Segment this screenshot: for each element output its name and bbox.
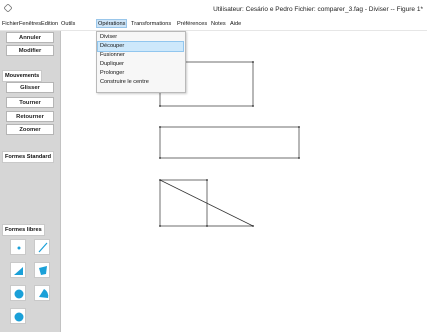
menu-transformations[interactable]: Transformations <box>131 21 171 27</box>
mouvements-label: Mouvements <box>2 70 43 82</box>
tourner-button[interactable]: Tourner <box>6 97 54 108</box>
annuler-button[interactable]: Annuler <box>6 32 54 43</box>
sector-tool[interactable] <box>34 285 50 301</box>
ellipse-icon <box>14 312 24 322</box>
quadrilateral-icon <box>39 266 47 275</box>
segment-icon <box>38 242 48 253</box>
menu-outils[interactable]: Outils <box>61 21 75 27</box>
menu-item-dupliquer[interactable]: Dupliquer <box>98 60 183 69</box>
menu-preferences[interactable]: Préférences <box>177 21 207 27</box>
quadrilateral-tool[interactable] <box>34 262 50 278</box>
retourner-button[interactable]: Retourner <box>6 111 54 122</box>
zoomer-button[interactable]: Zoomer <box>6 124 54 135</box>
glisser-button[interactable]: Glisser <box>6 82 54 93</box>
app-icon <box>4 4 12 12</box>
menu-fenetres[interactable]: Fenêtres <box>19 21 41 27</box>
menu-item-prolonger[interactable]: Prolonger <box>98 69 183 78</box>
circle-tool[interactable] <box>10 285 26 301</box>
segment-tool[interactable] <box>34 239 50 255</box>
triangle-tool[interactable] <box>10 262 26 278</box>
tool-panel: Annuler Modifier Mouvements Glisser Tour… <box>0 31 61 332</box>
circle-icon <box>14 289 24 299</box>
formes-standard-label: Formes Standard <box>2 151 55 163</box>
formes-libres-label: Formes libres <box>2 224 45 236</box>
modifier-button[interactable]: Modifier <box>6 45 54 56</box>
menu-item-decouper[interactable]: Découper <box>97 41 184 52</box>
title-bar: Utilisateur: Cesário e Pedro Fichier: co… <box>0 0 427 19</box>
divided-figure[interactable] <box>159 179 254 227</box>
point-icon <box>17 246 21 250</box>
menu-fichier[interactable]: Fichier <box>2 21 19 27</box>
point-tool[interactable] <box>10 239 26 255</box>
circular-sector-icon <box>39 289 49 298</box>
menu-aide[interactable]: Aide <box>230 21 241 27</box>
operations-menu: Diviser Découper Fusionner Dupliquer Pro… <box>96 31 186 93</box>
menu-bar: Fichier Fenêtres Edition Outils Opératio… <box>0 19 427 31</box>
menu-item-construire-centre[interactable]: Construire le centre <box>98 78 183 87</box>
ellipse-tool[interactable] <box>10 308 26 324</box>
window-title: Utilisateur: Cesário e Pedro Fichier: co… <box>213 6 423 13</box>
menu-edition[interactable]: Edition <box>41 21 58 27</box>
triangle-icon <box>14 267 23 275</box>
rectangle-shape-2[interactable] <box>159 126 300 159</box>
menu-operations[interactable]: Opérations <box>95 19 128 28</box>
menu-item-diviser[interactable]: Diviser <box>98 33 183 42</box>
menu-item-fusionner[interactable]: Fusionner <box>98 51 183 60</box>
menu-notes[interactable]: Notes <box>211 21 226 27</box>
